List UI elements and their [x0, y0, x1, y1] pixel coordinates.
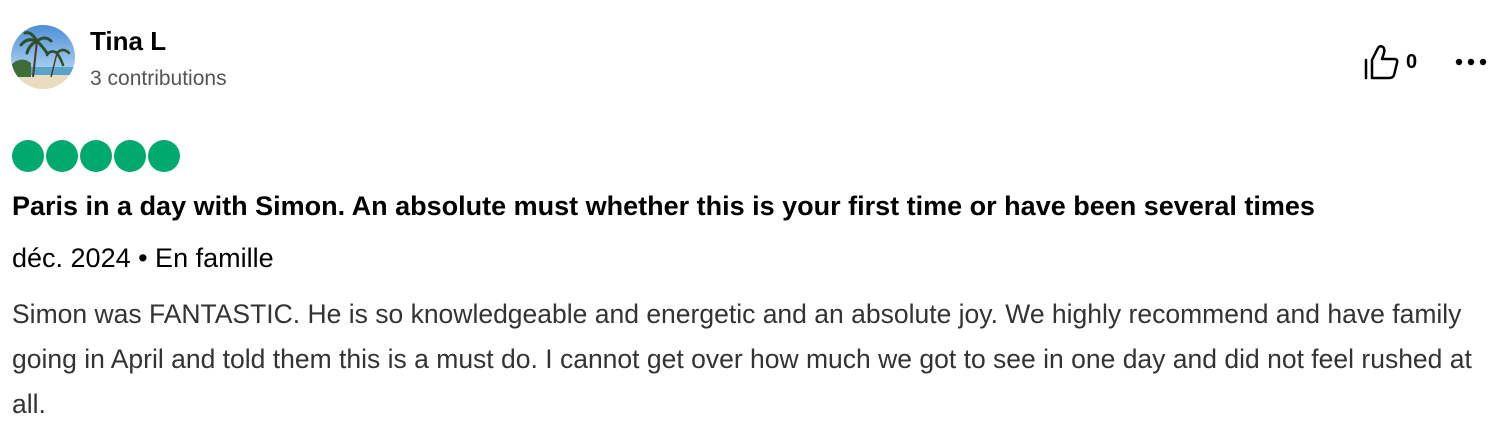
review-body: Simon was FANTASTIC. He is so knowledgea… [12, 299, 1472, 419]
rating-bubble-5 [148, 140, 180, 172]
review-meta: déc. 2024 • En famille [12, 243, 274, 273]
review-title: Paris in a day with Simon. An absolute m… [12, 191, 1315, 221]
rating-bubble-1 [12, 140, 44, 172]
review-card: Tina L 3 contributions 0 Paris in a day … [0, 0, 1502, 442]
reviewer-name[interactable]: Tina L [90, 24, 166, 58]
more-options-button[interactable] [1450, 44, 1492, 80]
avatar[interactable] [11, 25, 75, 89]
reviewer-contributions: 3 contributions [90, 67, 227, 90]
helpful-count: 0 [1406, 51, 1418, 73]
beach-palm-avatar-icon [11, 25, 75, 89]
thumbs-up-icon [1364, 44, 1399, 80]
helpful-vote-button[interactable]: 0 [1362, 44, 1417, 80]
rating-bubble-3 [80, 140, 112, 172]
rating-bubble-2 [46, 140, 78, 172]
rating-bubble-4 [114, 140, 146, 172]
more-options-icon [1455, 58, 1487, 66]
rating-bubbles [12, 140, 180, 172]
